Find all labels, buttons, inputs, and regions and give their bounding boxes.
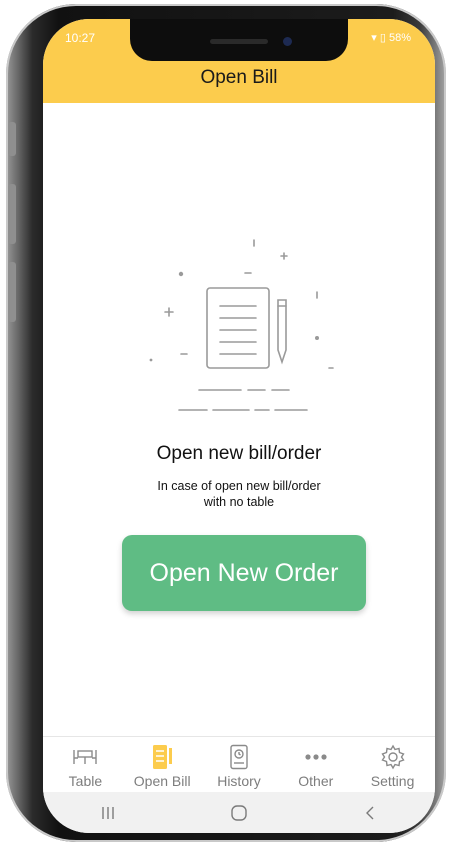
- phone-screen: 10:27 ▾ ▯ 58% Open Bill Open new bill/or…: [43, 19, 435, 833]
- nav-item-history[interactable]: History: [201, 737, 278, 792]
- recent-apps-icon[interactable]: [78, 798, 138, 828]
- nav-label-open-bill: Open Bill: [133, 773, 191, 789]
- empty-state-subtitle-line: with no table: [203, 495, 275, 509]
- nav-label-setting: Setting: [370, 773, 415, 789]
- phone-frame: 10:27 ▾ ▯ 58% Open Bill Open new bill/or…: [6, 4, 446, 842]
- open-new-order-button[interactable]: Open New Order: [122, 535, 366, 611]
- status-time: 10:27: [65, 31, 96, 45]
- nav-item-other[interactable]: Other: [277, 737, 354, 792]
- home-icon[interactable]: [209, 798, 269, 828]
- document-with-pencil-icon: [149, 239, 334, 411]
- phone-side-button: [8, 262, 16, 322]
- bill-icon: [151, 743, 173, 771]
- back-icon[interactable]: [340, 798, 400, 828]
- notch: [130, 19, 348, 61]
- status-indicators: ▾ ▯ 58%: [371, 32, 411, 44]
- empty-state-subtitle: In case of open new bill/order with no t…: [139, 478, 339, 510]
- bottom-navigation: Table Open Bill History Other Setting: [43, 736, 435, 792]
- phone-side-button: [8, 122, 16, 156]
- phone-side-button: [8, 184, 16, 244]
- empty-state-title: Open new bill/order: [156, 443, 322, 464]
- history-icon: [228, 743, 250, 771]
- gear-icon: [380, 743, 406, 771]
- speaker: [210, 39, 268, 44]
- front-camera: [283, 37, 292, 46]
- nav-item-open-bill[interactable]: Open Bill: [124, 737, 201, 792]
- system-navigation-bar: [43, 792, 435, 833]
- nav-label-history: History: [217, 773, 261, 789]
- page-title: Open Bill: [200, 67, 278, 88]
- nav-item-table[interactable]: Table: [47, 737, 124, 792]
- empty-state-subtitle-line: In case of open new bill/order: [157, 479, 321, 493]
- nav-label-other: Other: [298, 773, 334, 789]
- nav-label-table: Table: [68, 773, 103, 789]
- table-icon: [72, 743, 98, 771]
- nav-item-setting[interactable]: Setting: [354, 737, 431, 792]
- more-icon: [303, 743, 329, 771]
